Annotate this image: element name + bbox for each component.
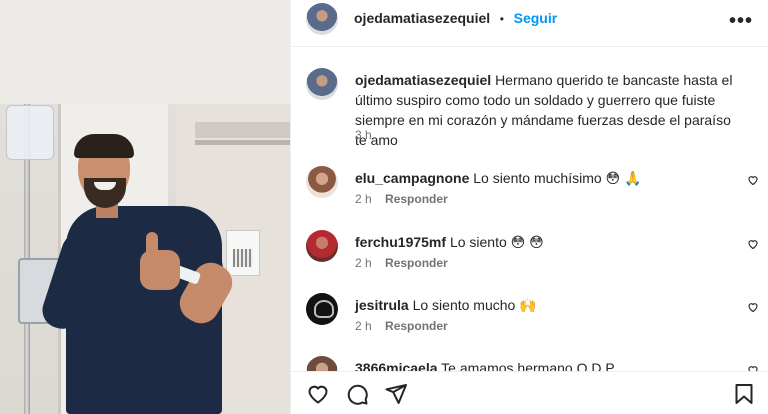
follow-button[interactable]: Seguir bbox=[514, 10, 558, 26]
avatar[interactable] bbox=[306, 68, 338, 100]
comments-list[interactable]: ojedamatiasezequiel Hermano querido te b… bbox=[291, 48, 768, 371]
comment-body: Te amamos hermano Q.D.P bbox=[441, 360, 615, 371]
comment-meta: 2 h Responder bbox=[355, 319, 448, 333]
comment-username[interactable]: elu_campagnone bbox=[355, 170, 469, 186]
bookmark-icon[interactable] bbox=[732, 382, 756, 406]
photo-person bbox=[0, 0, 290, 414]
comment-time[interactable]: 2 h bbox=[355, 192, 372, 206]
avatar[interactable] bbox=[306, 293, 338, 325]
caption-time[interactable]: 3 h bbox=[355, 128, 372, 142]
post-panel: ojedamatiasezequiel • Seguir ••• ojedama… bbox=[290, 0, 768, 414]
heart-icon[interactable] bbox=[747, 174, 759, 186]
comment-text: ferchu1975mf Lo siento 😳 😳 bbox=[355, 232, 745, 252]
heart-icon[interactable] bbox=[306, 382, 330, 406]
comment-time[interactable]: 2 h bbox=[355, 319, 372, 333]
header-user-line: ojedamatiasezequiel • Seguir bbox=[354, 10, 557, 26]
comment-username[interactable]: 3866micaela bbox=[355, 360, 438, 371]
heart-icon[interactable] bbox=[747, 238, 759, 250]
comment-meta: 2 h Responder bbox=[355, 192, 448, 206]
caption-text: ojedamatiasezequiel Hermano querido te b… bbox=[355, 70, 745, 150]
comment-text: 3866micaela Te amamos hermano Q.D.P bbox=[355, 358, 745, 371]
comment-time[interactable]: 2 h bbox=[355, 256, 372, 270]
separator-dot: • bbox=[499, 12, 504, 26]
avatar[interactable] bbox=[306, 230, 338, 262]
avatar[interactable] bbox=[306, 3, 338, 35]
comment-username[interactable]: ferchu1975mf bbox=[355, 234, 446, 250]
avatar[interactable] bbox=[306, 166, 338, 198]
comment-body: Lo siento muchísimo 😳 🙏 bbox=[473, 170, 642, 186]
comment-text: elu_campagnone Lo siento muchísimo 😳 🙏 bbox=[355, 168, 745, 188]
avatar[interactable] bbox=[306, 356, 338, 371]
caption-username[interactable]: ojedamatiasezequiel bbox=[355, 72, 491, 88]
heart-icon[interactable] bbox=[747, 301, 759, 313]
share-icon[interactable] bbox=[384, 382, 408, 406]
more-icon[interactable]: ••• bbox=[729, 10, 753, 33]
reply-button[interactable]: Responder bbox=[385, 192, 448, 206]
heart-icon[interactable] bbox=[747, 364, 759, 371]
action-bar bbox=[291, 371, 768, 414]
comment-text: jesitrula Lo siento mucho 🙌 bbox=[355, 295, 745, 315]
post-image[interactable] bbox=[0, 0, 290, 414]
comment-username[interactable]: jesitrula bbox=[355, 297, 409, 313]
reply-button[interactable]: Responder bbox=[385, 319, 448, 333]
comment-icon[interactable] bbox=[345, 382, 369, 406]
caption-meta: 3 h bbox=[355, 128, 372, 142]
reply-button[interactable]: Responder bbox=[385, 256, 448, 270]
comment-body: Lo siento mucho 🙌 bbox=[412, 297, 537, 313]
post-header: ojedamatiasezequiel • Seguir ••• bbox=[291, 0, 768, 47]
author-username[interactable]: ojedamatiasezequiel bbox=[354, 10, 490, 26]
comment-meta: 2 h Responder bbox=[355, 256, 448, 270]
comment-body: Lo siento 😳 😳 bbox=[449, 234, 544, 250]
